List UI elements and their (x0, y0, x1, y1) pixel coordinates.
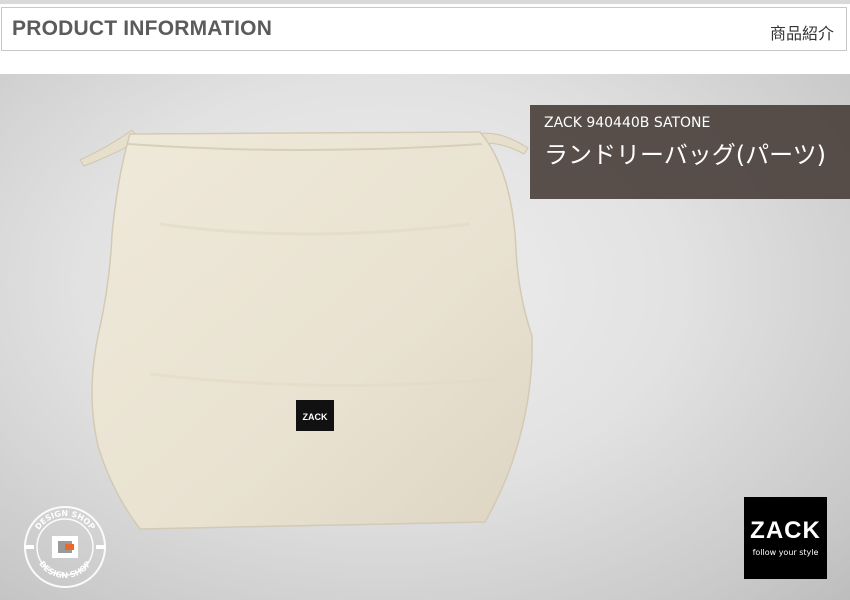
product-photo: ZACK ZACK 940440B SATONE ランドリーバッグ(パーツ) D… (0, 74, 850, 600)
design-shop-badge-icon: DESIGN SHOP DESIGN SHOP (24, 506, 106, 588)
brand-name: ZACK (750, 517, 821, 544)
section-header: PRODUCT INFORMATION 商品紹介 (1, 7, 847, 51)
product-model: ZACK 940440B SATONE (544, 115, 711, 131)
bag-body (91, 131, 533, 530)
bag-label-text: ZACK (303, 412, 328, 422)
section-title: PRODUCT INFORMATION (12, 17, 273, 40)
zack-brand-logo: ZACK follow your style (744, 497, 827, 579)
top-divider (0, 0, 850, 4)
svg-text:DESIGN SHOP: DESIGN SHOP (33, 509, 97, 532)
brand-tagline: follow your style (752, 548, 819, 557)
product-name: ランドリーバッグ(パーツ) (544, 141, 827, 169)
section-subtitle: 商品紹介 (769, 24, 834, 43)
badge-text-bottom: DESIGN SHOP (37, 559, 93, 580)
badge-text-top: DESIGN SHOP (33, 509, 97, 532)
svg-text:DESIGN SHOP: DESIGN SHOP (37, 559, 93, 580)
product-caption: ZACK 940440B SATONE ランドリーバッグ(パーツ) (530, 105, 850, 199)
